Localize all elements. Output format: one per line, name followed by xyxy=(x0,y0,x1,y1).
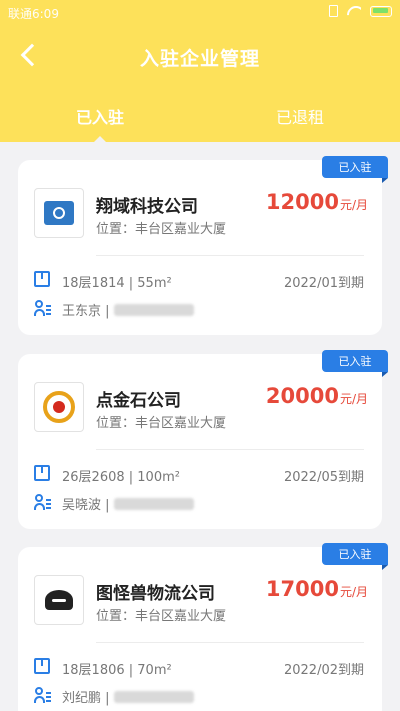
person-icon xyxy=(34,687,51,703)
carrier-time: 联通6:09 xyxy=(8,7,59,21)
person-icon xyxy=(34,300,51,316)
price-value: 17000 xyxy=(265,577,339,601)
company-name: 点金石公司 xyxy=(96,391,181,411)
contact-name: 刘纪鹏 | xyxy=(62,691,110,706)
company-logo xyxy=(34,575,84,625)
cube-icon xyxy=(34,271,50,287)
price-value: 20000 xyxy=(265,384,339,408)
contact-info: 刘纪鹏 | xyxy=(62,687,194,706)
tab-indicator xyxy=(93,136,107,143)
phone-redacted xyxy=(113,497,194,510)
company-card[interactable]: 已入驻 图怪兽物流公司 位置：丰台区嘉业大厦 17000 元/月 18层1806… xyxy=(18,543,388,711)
divider xyxy=(96,642,364,643)
price-value: 12000 xyxy=(265,190,339,214)
cube-icon xyxy=(34,465,50,481)
wifi-icon xyxy=(347,6,361,16)
company-logo xyxy=(34,382,84,432)
rent-price: 12000 元/月 xyxy=(266,190,368,214)
expiry-date: 2022/01到期 xyxy=(283,276,364,291)
status-icons xyxy=(329,5,392,17)
price-unit: 元/月 xyxy=(339,198,368,212)
tab-moved-out[interactable]: 已退租 xyxy=(240,104,360,128)
contact-name: 吴晓波 | xyxy=(62,498,110,513)
page-title: 入驻企业管理 xyxy=(139,48,260,70)
company-name: 翔域科技公司 xyxy=(96,197,198,217)
divider xyxy=(96,255,364,256)
room-info: 26层2608 | 100m² xyxy=(62,470,180,485)
room-info: 18层1814 | 55m² xyxy=(62,276,172,291)
status-badge: 已入驻 xyxy=(322,350,388,377)
contact-name: 王东京 | xyxy=(62,304,110,319)
price-unit: 元/月 xyxy=(339,585,368,599)
contact-info: 王东京 | xyxy=(62,300,194,319)
rent-price: 17000 元/月 xyxy=(266,577,368,601)
price-unit: 元/月 xyxy=(339,392,368,406)
tab-checked-in[interactable]: 已入驻 xyxy=(40,104,160,128)
status-badge: 已入驻 xyxy=(322,543,388,570)
company-logo xyxy=(34,188,84,238)
divider xyxy=(96,449,364,450)
expiry-date: 2022/05到期 xyxy=(283,470,364,485)
company-address: 位置：丰台区嘉业大厦 xyxy=(96,222,227,237)
status-badge: 已入驻 xyxy=(322,156,388,183)
room-info: 18层1806 | 70m² xyxy=(62,663,172,678)
sim-icon xyxy=(329,5,338,17)
cube-icon xyxy=(34,658,50,674)
company-card[interactable]: 已入驻 翔域科技公司 位置：丰台区嘉业大厦 12000 元/月 18层1814 … xyxy=(18,156,388,335)
person-icon xyxy=(34,494,51,510)
status-bar: 联通6:09 xyxy=(0,0,400,28)
phone-redacted xyxy=(113,303,194,316)
expiry-date: 2022/02到期 xyxy=(283,663,364,678)
battery-icon xyxy=(370,5,392,17)
company-address: 位置：丰台区嘉业大厦 xyxy=(96,416,227,431)
contact-info: 吴晓波 | xyxy=(62,494,194,513)
rent-price: 20000 元/月 xyxy=(266,384,368,408)
header: 联通6:09 入驻企业管理 已入驻 已退租 xyxy=(0,0,400,143)
company-address: 位置：丰台区嘉业大厦 xyxy=(96,609,227,624)
company-card[interactable]: 已入驻 点金石公司 位置：丰台区嘉业大厦 20000 元/月 26层2608 |… xyxy=(18,350,388,529)
phone-redacted xyxy=(113,690,194,703)
company-name: 图怪兽物流公司 xyxy=(96,584,215,604)
